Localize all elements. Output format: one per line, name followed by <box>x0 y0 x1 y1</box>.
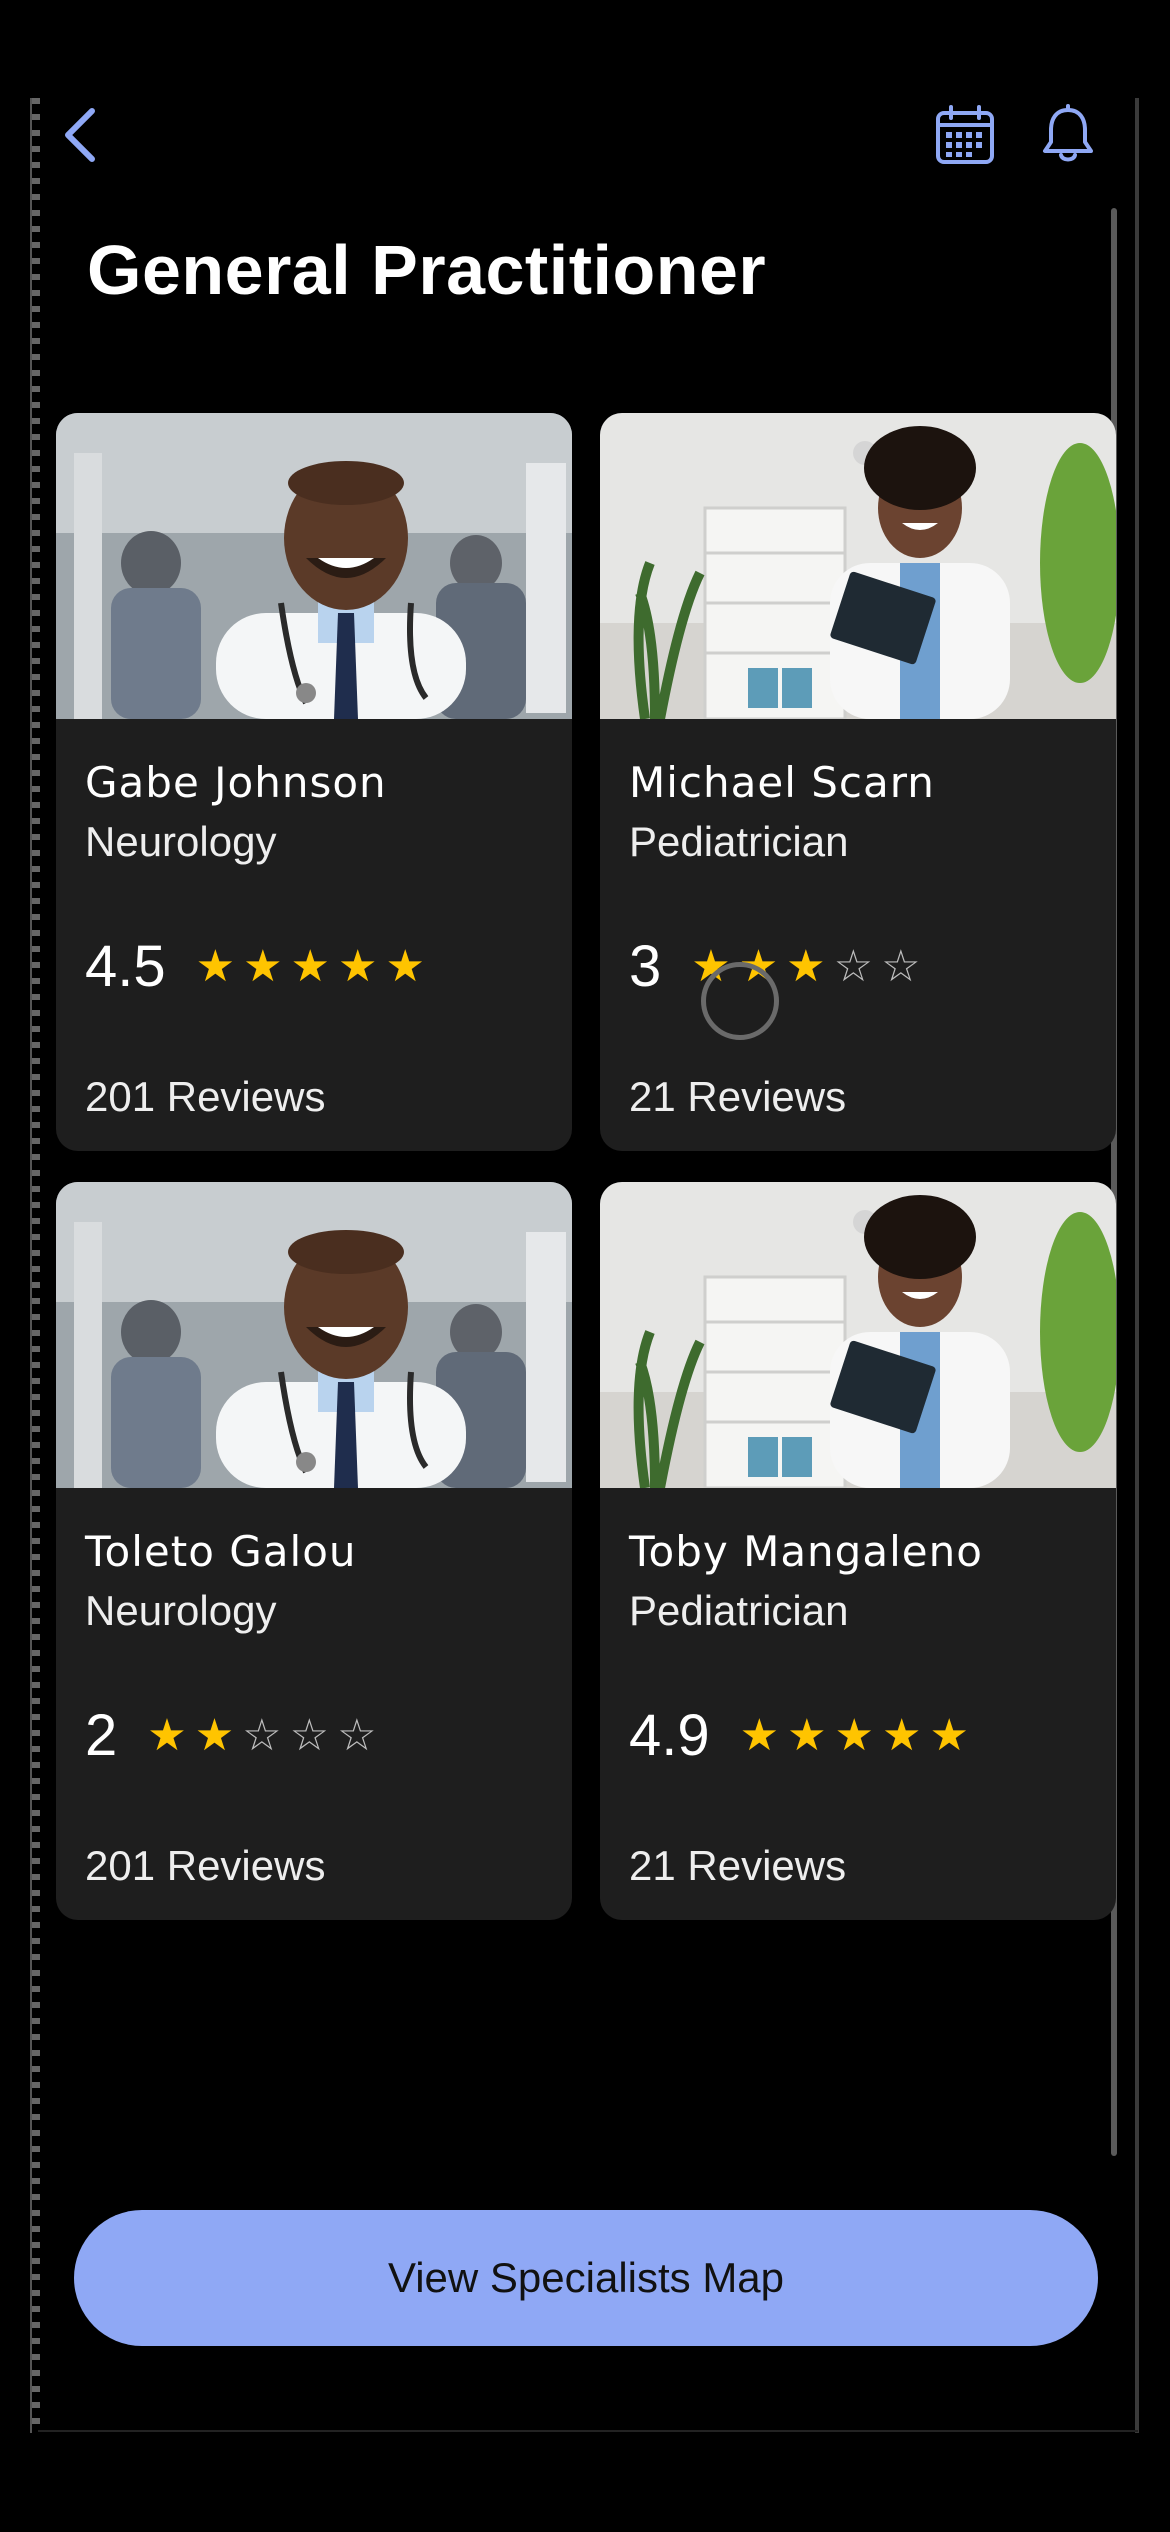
star-filled-icon: ★ <box>243 940 283 992</box>
rating-value: 2 <box>85 1703 118 1768</box>
star-filled-icon: ★ <box>385 940 425 992</box>
review-count: 21 Reviews <box>629 1842 847 1889</box>
doctor-card[interactable]: Michael Scarn Pediatrician 3 ★ ★ ★ ☆ ☆ 21 Re… <box>600 413 1116 1151</box>
loading-spinner <box>701 962 779 1040</box>
rating-row: 4.5 ★ ★ ★ ★ ★ <box>85 933 425 1000</box>
doctor-card[interactable]: Toleto Galou Neurology 2 ★ ★ ☆ ☆ ☆ 201 Revie… <box>56 1182 572 1920</box>
star-filled-icon: ★ <box>147 1709 187 1761</box>
rating-row: 2 ★ ★ ☆ ☆ ☆ <box>85 1702 377 1769</box>
star-filled-icon: ★ <box>786 940 826 992</box>
page-title: General Practitioner <box>87 231 767 309</box>
star-filled-icon: ★ <box>194 1709 235 1761</box>
star-empty-icon: ☆ <box>833 940 874 992</box>
star-rating: ★ ★ ★ ★ ★ <box>739 1709 969 1761</box>
star-empty-icon: ☆ <box>337 1709 377 1761</box>
rating-value: 4.9 <box>629 1703 710 1768</box>
back-button[interactable] <box>55 100 105 170</box>
star-filled-icon: ★ <box>787 1709 827 1761</box>
star-empty-icon: ☆ <box>289 1709 330 1761</box>
star-rating: ★ ★ ★ ★ ★ <box>195 940 425 992</box>
rating-row: 4.9 ★ ★ ★ ★ ★ <box>629 1702 969 1769</box>
chevron-left-icon <box>65 108 95 162</box>
notifications-button[interactable] <box>1033 100 1103 170</box>
calendar-icon <box>936 105 994 164</box>
rating-value: 4.5 <box>85 934 166 999</box>
doctor-name: Toleto Galou <box>85 1527 357 1576</box>
doctor-photo <box>56 413 572 719</box>
star-rating: ★ ★ ☆ ☆ ☆ <box>147 1709 377 1761</box>
rating-value: 3 <box>629 934 662 999</box>
screen: General Practitioner Gabe Johnson Neurol… <box>0 0 1170 2532</box>
star-empty-icon: ☆ <box>242 1709 282 1761</box>
star-filled-icon: ★ <box>290 940 330 992</box>
star-empty-icon: ☆ <box>881 940 921 992</box>
review-count: 21 Reviews <box>629 1073 847 1120</box>
view-specialists-map-button[interactable]: View Specialists Map <box>74 2210 1098 2346</box>
doctor-specialty: Neurology <box>85 1587 277 1634</box>
doctor-photo <box>56 1182 572 1488</box>
doctor-name: Toby Mangaleno <box>629 1527 983 1576</box>
screen-edge-right <box>1135 98 1139 2433</box>
star-filled-icon: ★ <box>834 1709 874 1761</box>
star-filled-icon: ★ <box>882 1709 922 1761</box>
doctor-photo <box>600 1182 1116 1488</box>
doctor-photo <box>600 413 1116 719</box>
star-filled-icon: ★ <box>195 940 236 992</box>
doctor-specialty: Neurology <box>85 818 277 865</box>
star-filled-icon: ★ <box>929 1709 969 1761</box>
doctor-card[interactable]: Gabe Johnson Neurology 4.5 ★ ★ ★ ★ ★ 201 Rev… <box>56 413 572 1151</box>
star-filled-icon: ★ <box>338 940 378 992</box>
doctor-name: Gabe Johnson <box>85 758 387 807</box>
review-count: 201 Reviews <box>85 1073 326 1120</box>
screen-edge-left <box>30 98 40 2433</box>
doctor-specialty: Pediatrician <box>629 1587 849 1634</box>
screen-edge-bottom <box>38 2430 1138 2432</box>
doctor-specialty: Pediatrician <box>629 818 849 865</box>
doctor-name: Michael Scarn <box>629 758 935 807</box>
doctor-card[interactable]: Toby Mangaleno Pediatrician 4.9 ★ ★ ★ ★ ★ 21… <box>600 1182 1116 1920</box>
review-count: 201 Reviews <box>85 1842 326 1889</box>
star-filled-icon: ★ <box>739 1709 780 1761</box>
bell-icon <box>1043 104 1093 162</box>
calendar-button[interactable] <box>930 100 1000 170</box>
